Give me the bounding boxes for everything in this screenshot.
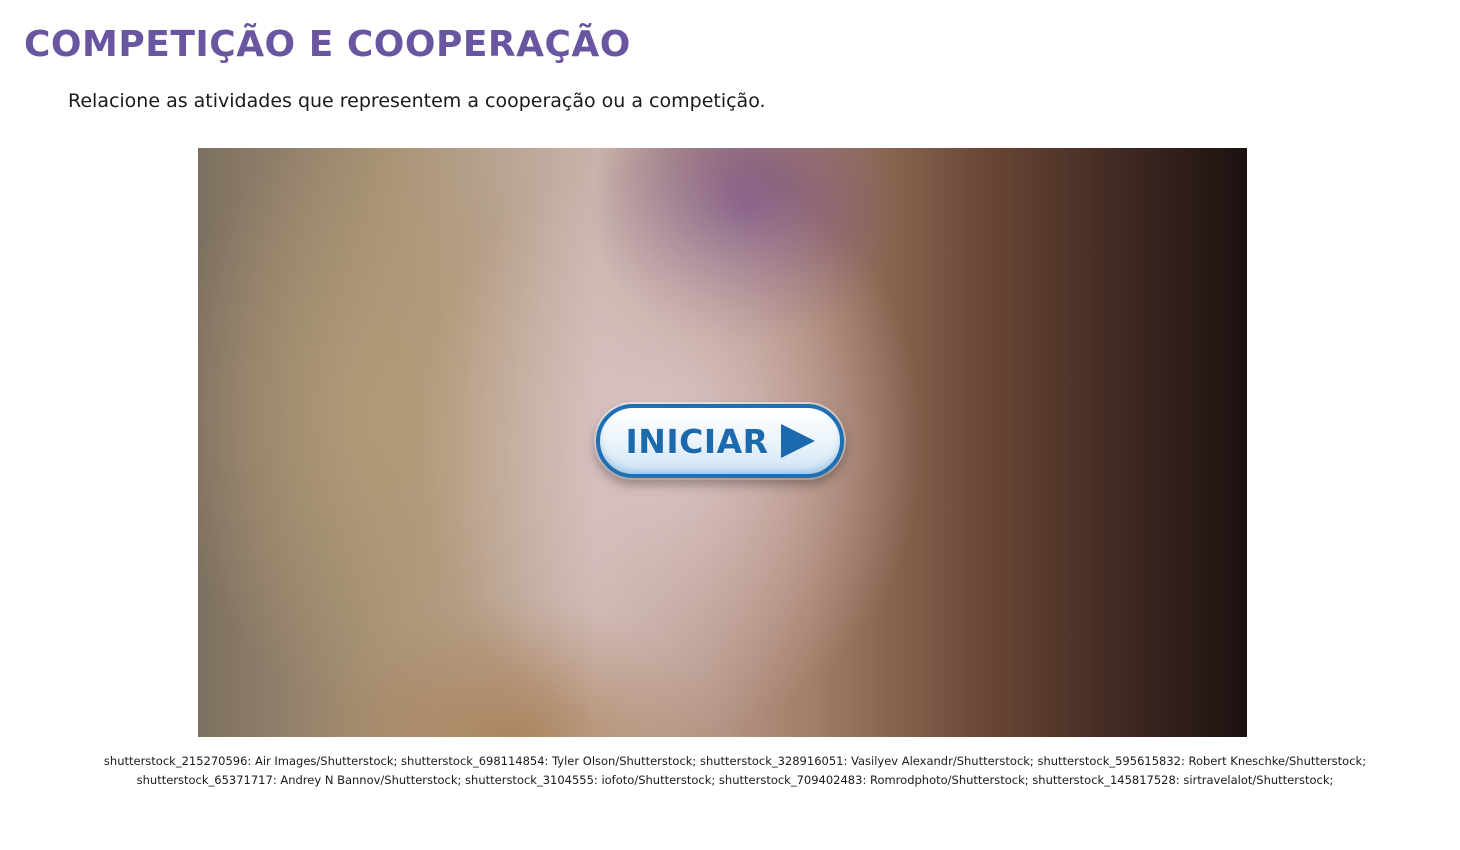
play-icon [780, 424, 815, 458]
start-button-label: INICIAR [625, 421, 769, 461]
start-button[interactable]: INICIAR [596, 404, 844, 478]
activity-instruction: Relacione as atividades que representem … [68, 90, 766, 112]
page-title: COMPETIÇÃO E COOPERAÇÃO [24, 24, 631, 65]
activity-media-frame: INICIAR [198, 148, 1247, 737]
image-credits: shutterstock_215270596: Air Images/Shutt… [103, 754, 1367, 787]
